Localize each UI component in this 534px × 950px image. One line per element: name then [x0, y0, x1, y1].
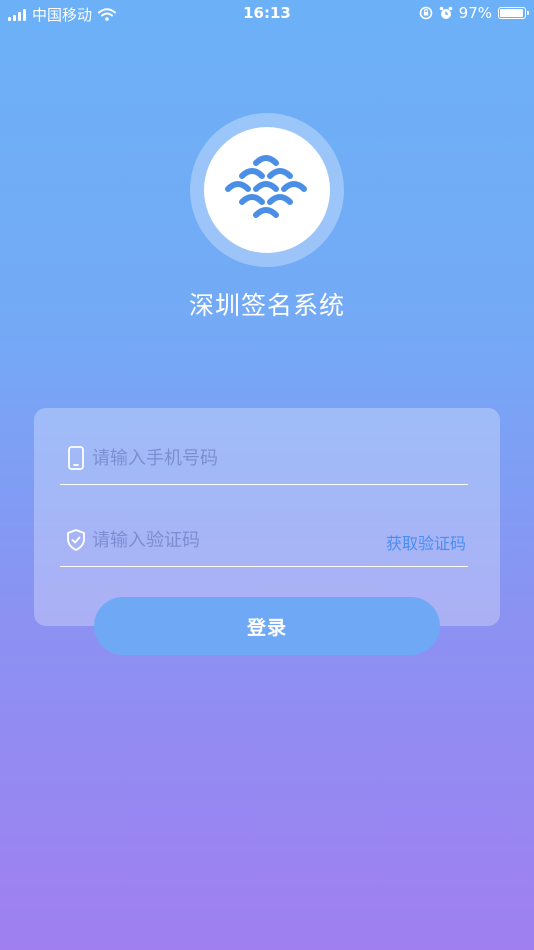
phone-field — [60, 434, 468, 485]
code-field: 获取验证码 — [60, 516, 468, 567]
get-code-button[interactable]: 获取验证码 — [386, 530, 466, 554]
status-bar: 中国移动 16:13 97% — [0, 0, 534, 28]
alarm-icon — [439, 6, 452, 19]
status-right: 97% — [419, 4, 529, 22]
code-input[interactable] — [92, 526, 372, 554]
login-button[interactable]: 登录 — [94, 597, 440, 655]
app-title: 深圳签名系统 — [188, 291, 345, 320]
shield-check-icon — [67, 529, 85, 551]
login-form: 获取验证码 — [34, 408, 500, 626]
mobile-phone-icon — [68, 446, 84, 470]
logo-circle — [204, 127, 330, 253]
rotation-lock-icon — [419, 6, 432, 20]
battery-percent: 97% — [458, 4, 492, 22]
app-logo — [190, 113, 344, 267]
battery-level — [500, 9, 524, 17]
waves-logo-icon — [225, 155, 307, 218]
phone-input[interactable] — [92, 444, 372, 472]
battery-icon — [498, 7, 529, 19]
